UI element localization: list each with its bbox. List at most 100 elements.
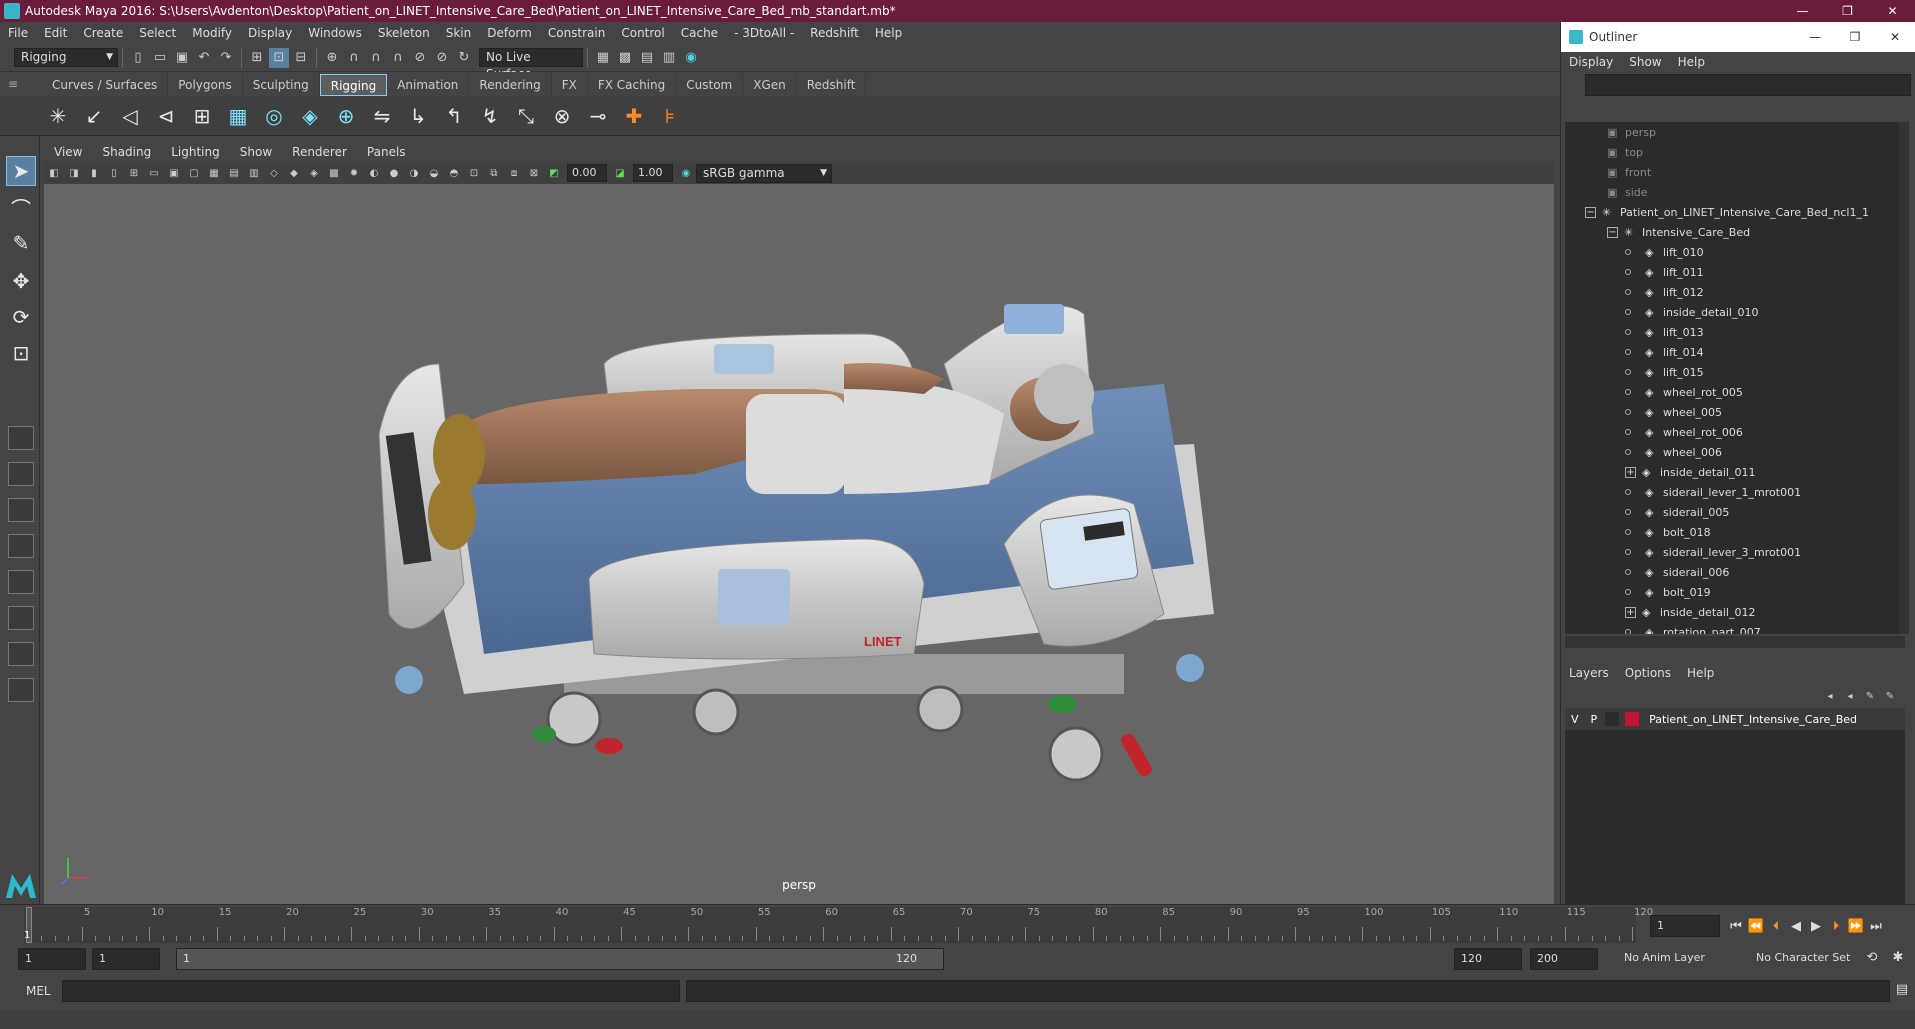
- layer-playback-toggle[interactable]: P: [1591, 713, 1598, 726]
- outliner-maximize-button[interactable]: ❐: [1835, 30, 1875, 44]
- xray-icon[interactable]: ⧉: [486, 165, 502, 181]
- viewport-persp[interactable]: LINET persp: [44, 184, 1554, 904]
- tab-polygons[interactable]: Polygons: [168, 74, 243, 96]
- minimize-button[interactable]: —: [1780, 0, 1825, 22]
- close-button[interactable]: ✕: [1870, 0, 1915, 22]
- camera-select-icon[interactable]: ◧: [46, 165, 62, 181]
- animation-prefs-icon[interactable]: ✱: [1888, 950, 1908, 965]
- outliner-menu-display[interactable]: Display: [1561, 55, 1621, 69]
- menu-constrain[interactable]: Constrain: [540, 26, 614, 40]
- xray-components-icon[interactable]: ⊠: [526, 165, 542, 181]
- outliner-horizontal-scrollbar[interactable]: [1565, 636, 1905, 648]
- live-surface-icon[interactable]: ↻: [454, 48, 474, 68]
- outliner-item[interactable]: ▣ front: [1565, 162, 1905, 182]
- depth-of-field-icon[interactable]: ◓: [446, 165, 462, 181]
- create-joint-icon[interactable]: ✳: [43, 101, 73, 131]
- gamma-field[interactable]: 1.00: [633, 164, 673, 182]
- layout-icon[interactable]: [8, 606, 34, 630]
- menuset-dropdown[interactable]: Rigging ▼: [14, 48, 118, 67]
- play-backwards-icon[interactable]: ◀: [1786, 919, 1806, 934]
- current-frame-field[interactable]: 1: [1650, 915, 1720, 937]
- rotate-tool-icon[interactable]: ⟳: [6, 302, 36, 332]
- menu-windows[interactable]: Windows: [300, 26, 370, 40]
- mel-command-input[interactable]: [62, 980, 680, 1002]
- outliner-item[interactable]: ◈ lift_015: [1565, 362, 1905, 382]
- outliner-item[interactable]: ◈ inside_detail_010: [1565, 302, 1905, 322]
- layer-menu-layers[interactable]: Layers: [1561, 666, 1617, 680]
- time-slider[interactable]: 5 10 15 20 25 30 35 40 45 50 55 60 65 70 75 80 85 90 95 100…: [0, 904, 1915, 944]
- ambient-occlusion-icon[interactable]: ●: [386, 165, 402, 181]
- restore-button[interactable]: ❐: [1825, 0, 1870, 22]
- menu-redshift[interactable]: Redshift: [802, 26, 867, 40]
- outliner-item[interactable]: ◈ wheel_006: [1565, 442, 1905, 462]
- lasso-tool-icon[interactable]: ⌒: [6, 192, 36, 222]
- go-to-end-icon[interactable]: ⏭: [1866, 919, 1886, 934]
- new-empty-layer-icon[interactable]: ✎: [1862, 688, 1878, 704]
- outliner-item[interactable]: ▣ side: [1565, 182, 1905, 202]
- anim-layer-dropdown[interactable]: No Anim Layer: [1618, 948, 1744, 970]
- paint-weights-icon[interactable]: ◈: [295, 101, 325, 131]
- cluster-icon[interactable]: ⊸: [583, 101, 613, 131]
- parent-constraint-icon[interactable]: ⇋: [367, 101, 397, 131]
- step-forward-key-icon[interactable]: ⏩: [1846, 919, 1866, 934]
- pole-vector-icon[interactable]: ⊗: [547, 101, 577, 131]
- outliner-item[interactable]: ◈ siderail_lever_1_mrot001: [1565, 482, 1905, 502]
- exposure-icon[interactable]: ◩: [546, 165, 562, 181]
- snap-curve-icon[interactable]: ∩: [344, 48, 364, 68]
- wireframe-on-shaded-icon[interactable]: ◈: [306, 165, 322, 181]
- outliner-menu-help[interactable]: Help: [1670, 55, 1713, 69]
- tab-custom[interactable]: Custom: [676, 74, 744, 96]
- play-forwards-icon[interactable]: ▶: [1806, 919, 1826, 934]
- scale-tool-icon[interactable]: ⊡: [6, 338, 36, 368]
- more-layouts-icon[interactable]: [8, 678, 34, 702]
- outliner-item[interactable]: ▣ persp: [1565, 122, 1905, 142]
- persp-graph-icon[interactable]: [8, 534, 34, 558]
- outliner-search-input[interactable]: [1585, 74, 1911, 96]
- outliner-minimize-button[interactable]: —: [1795, 30, 1835, 44]
- menu-select[interactable]: Select: [131, 26, 184, 40]
- step-back-frame-icon[interactable]: ⏴: [1766, 919, 1786, 934]
- outliner-item[interactable]: ▣ top: [1565, 142, 1905, 162]
- ik-handle-icon[interactable]: ↙: [79, 101, 109, 131]
- menu-create[interactable]: Create: [75, 26, 131, 40]
- outliner-item[interactable]: ◈ lift_010: [1565, 242, 1905, 262]
- lattice-icon[interactable]: ⊕: [331, 101, 361, 131]
- color-space-dropdown[interactable]: sRGB gamma ▼: [696, 163, 832, 183]
- panel-menu-view[interactable]: View: [44, 145, 92, 159]
- snap-point-icon[interactable]: ∩: [366, 48, 386, 68]
- resolution-gate-icon[interactable]: ▣: [166, 165, 182, 181]
- outliner-item[interactable]: ◈ bolt_018: [1565, 522, 1905, 542]
- tab-xgen[interactable]: XGen: [743, 74, 797, 96]
- snap-live-icon[interactable]: ⊘: [432, 48, 452, 68]
- aim-constraint-icon[interactable]: ↯: [475, 101, 505, 131]
- outliner-item[interactable]: ◈ siderail_006: [1565, 562, 1905, 582]
- persp-outliner-icon[interactable]: [8, 570, 34, 594]
- gamma-icon[interactable]: ◪: [612, 165, 628, 181]
- mel-label[interactable]: MEL: [26, 984, 51, 998]
- outliner-item[interactable]: ◈ bolt_019: [1565, 582, 1905, 602]
- menu-display[interactable]: Display: [240, 26, 300, 40]
- collapse-icon[interactable]: −: [1607, 226, 1618, 238]
- outliner-item[interactable]: ◈ lift_012: [1565, 282, 1905, 302]
- outliner-item[interactable]: + ◈ inside_detail_012: [1565, 602, 1905, 622]
- lights-icon[interactable]: ✹: [346, 165, 362, 181]
- step-forward-frame-icon[interactable]: ⏵: [1826, 919, 1846, 934]
- script-editor-icon[interactable]: ▤: [1892, 982, 1912, 997]
- point-constraint-icon[interactable]: ↳: [403, 101, 433, 131]
- move-layer-up-icon[interactable]: ◂: [1822, 688, 1838, 704]
- outliner-item[interactable]: ◈ lift_014: [1565, 342, 1905, 362]
- panel-menu-panels[interactable]: Panels: [357, 145, 416, 159]
- outliner-item[interactable]: − ✳ Intensive_Care_Bed: [1565, 222, 1905, 242]
- expand-icon[interactable]: +: [1625, 606, 1636, 618]
- menu-file[interactable]: File: [0, 26, 36, 40]
- snap-surface-icon[interactable]: ⊘: [410, 48, 430, 68]
- menu-skin[interactable]: Skin: [438, 26, 480, 40]
- exposure-field[interactable]: 0.00: [567, 164, 607, 182]
- playback-start-field[interactable]: 1: [92, 948, 160, 970]
- ik-spline-icon[interactable]: ◁: [115, 101, 145, 131]
- anti-aliasing-icon[interactable]: ◒: [426, 165, 442, 181]
- layer-display-type[interactable]: [1605, 712, 1620, 726]
- tab-animation[interactable]: Animation: [387, 74, 470, 96]
- menu-edit[interactable]: Edit: [36, 26, 75, 40]
- outliner-item[interactable]: − ✳ Patient_on_LINET_Intensive_Care_Bed_nc…: [1565, 202, 1905, 222]
